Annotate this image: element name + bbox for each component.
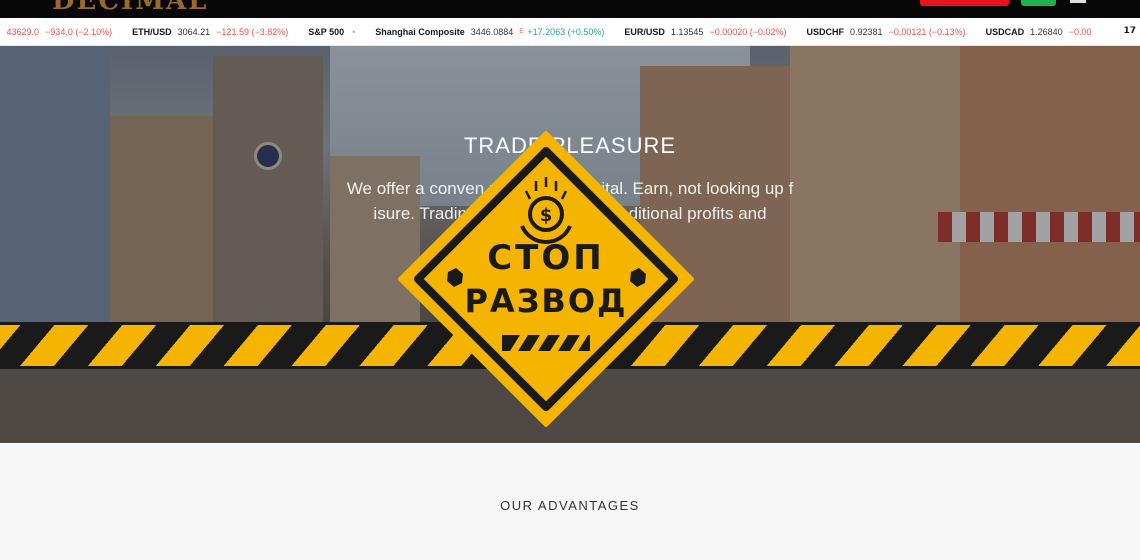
ticker-item[interactable]: USDCAD 1.26840 −0.00 <box>986 27 1092 37</box>
ticker-item[interactable]: EUR/USD 1.13545 −0.00020 (−0.02%) <box>624 27 786 37</box>
ticker-item[interactable]: S&P 500 • <box>308 27 355 37</box>
top-bar: DECIMAL <box>0 0 1140 18</box>
ticker-item[interactable]: ETH/USD 3064.21 −121.59 (−3.82%) <box>132 27 288 37</box>
market-ticker[interactable]: D 43629.0 −934.0 (−2.10%) ETH/USD 3064.21 −12… <box>0 18 1140 46</box>
ticker-change: −934.0 (−2.10%) <box>45 27 113 37</box>
ticker-item[interactable]: USDCHF 0.92381 −0.00121 (−0.13%) <box>807 27 966 37</box>
stripe-bar-icon <box>502 335 590 351</box>
ticker-symbol: USDCAD <box>985 27 1025 37</box>
ticker-change: −121.59 (−3.82%) <box>216 27 289 37</box>
ticker-symbol: S&P 500 <box>308 27 345 37</box>
login-button[interactable] <box>1021 0 1056 6</box>
ticker-item[interactable]: Shanghai Composite 3446.0884 E +17.2063 (+0… <box>375 27 604 37</box>
sign-text-razvod: РАЗВОД <box>464 282 628 320</box>
ticker-price: 0.92381 <box>850 27 883 37</box>
ticker-symbol: EUR/USD <box>624 27 665 37</box>
sign-text-stop: СТОП <box>487 238 605 278</box>
language-flag-icon[interactable] <box>1070 0 1086 3</box>
ticker-dot: • <box>352 27 356 37</box>
svg-text:$: $ <box>540 205 553 226</box>
register-button[interactable] <box>920 0 1009 6</box>
sign-outer <box>398 131 694 427</box>
ticker-sup: E <box>519 29 524 35</box>
ticker-symbol: Shanghai Composite <box>375 27 465 37</box>
ticker-change: +17.2063 (+0.50%) <box>527 27 605 37</box>
ticker-change: −0.00020 (−0.02%) <box>709 27 787 37</box>
ticker-track: D 43629.0 −934.0 (−2.10%) ETH/USD 3064.21 −12… <box>0 18 1111 45</box>
ticker-symbol: ETH/USD <box>132 27 172 37</box>
ticker-symbol: D <box>0 27 1 37</box>
ticker-symbol: USDCHF <box>806 27 845 37</box>
ticker-price: 3446.0884 <box>470 27 514 37</box>
ticker-change: −0.00121 (−0.13%) <box>888 27 966 37</box>
ticker-price: 3064.21 <box>177 27 211 37</box>
stop-sign-overlay: $ <box>398 131 694 427</box>
ticker-price: 1.26840 <box>1030 27 1063 37</box>
ticker-price: 1.13545 <box>670 27 704 37</box>
site-logo[interactable]: DECIMAL <box>52 0 208 16</box>
ticker-change: −0.00 <box>1068 27 1092 37</box>
ticker-item[interactable]: D 43629.0 −934.0 (−2.10%) <box>0 27 112 37</box>
advantages-title: OUR ADVANTAGES <box>500 498 640 513</box>
tv-logo-icon[interactable]: 𝟭𝟳 <box>1119 25 1136 36</box>
ticker-price: 43629.0 <box>6 27 40 37</box>
